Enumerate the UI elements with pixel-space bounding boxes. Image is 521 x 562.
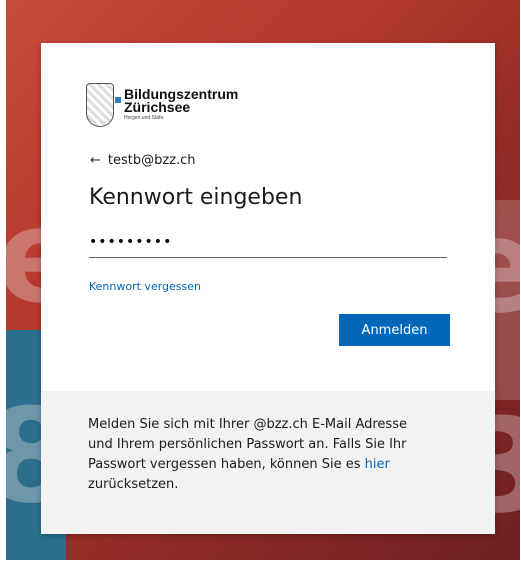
- signin-card: Bildungszentrum Zürichsee Horgen und Stä…: [41, 43, 495, 534]
- info-text-part1: Melden Sie sich mit Ihrer @bzz.ch E-Mail…: [88, 417, 407, 472]
- account-row[interactable]: ← testb@bzz.ch: [90, 151, 196, 169]
- logo-name-line2: Zürichsee: [124, 99, 191, 115]
- info-text-part2: zurücksetzen.: [88, 477, 179, 492]
- info-footer: Melden Sie sich mit Ihrer @bzz.ch E-Mail…: [41, 391, 495, 534]
- arrow-left-icon[interactable]: ←: [90, 153, 101, 168]
- forgot-password-link[interactable]: Kennwort vergessen: [89, 280, 201, 293]
- account-email: testb@bzz.ch: [107, 152, 196, 168]
- bzz-logo: Bildungszentrum Zürichsee Horgen und Stä…: [86, 83, 286, 129]
- page-title: Kennwort eingeben: [89, 185, 303, 210]
- password-field[interactable]: [89, 227, 447, 258]
- signin-button[interactable]: Anmelden: [339, 314, 450, 346]
- logo-subtitle: Horgen und Stäfa: [124, 115, 164, 121]
- logo-mark: [115, 97, 121, 103]
- info-text: Melden Sie sich mit Ihrer @bzz.ch E-Mail…: [88, 415, 428, 495]
- crest-icon: [86, 83, 114, 127]
- reset-password-link[interactable]: hier: [365, 457, 390, 472]
